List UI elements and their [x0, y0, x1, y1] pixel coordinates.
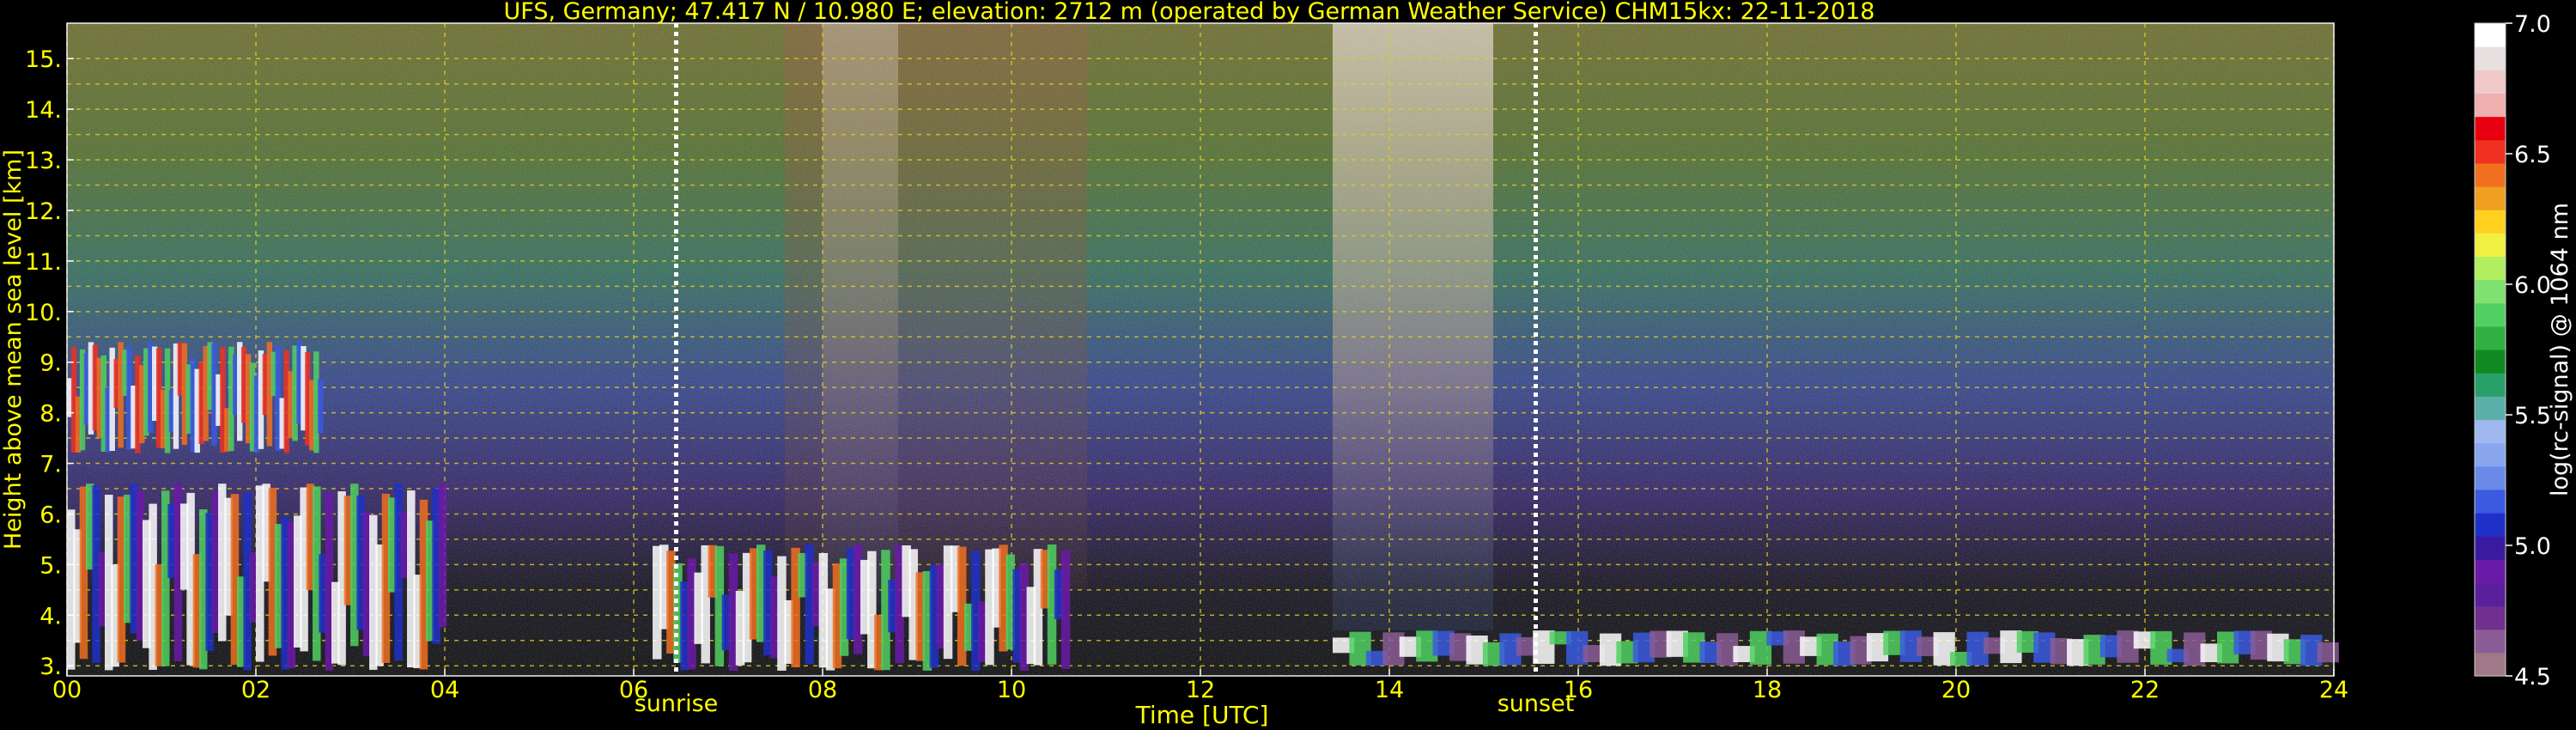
y-tick-label: 10. — [25, 300, 62, 326]
colorbar-swatch — [2475, 70, 2506, 94]
colorbar-swatch — [2475, 325, 2506, 350]
x-axis-label: Time [UTC] — [1135, 701, 1269, 729]
colorbar-swatch — [2475, 162, 2506, 187]
y-tick-label: 14. — [25, 97, 62, 124]
colorbar-swatch — [2475, 302, 2506, 327]
x-tick-label: 14 — [1375, 677, 1404, 703]
x-tick-label: 16 — [1564, 677, 1593, 703]
y-tick-label: 6. — [39, 502, 62, 528]
y-tick-label: 13. — [25, 148, 62, 174]
colorbar-tick-label: 5.5 — [2514, 403, 2551, 429]
colorbar-tick-label: 4.5 — [2514, 664, 2551, 690]
y-axis-label: Height above mean sea level [km] — [0, 149, 27, 550]
colorbar-tick-label: 5.0 — [2514, 533, 2551, 560]
colorbar-swatch — [2475, 350, 2506, 374]
x-tick-label: 08 — [808, 677, 837, 703]
y-tick-label: 3. — [39, 654, 62, 680]
colorbar-swatch — [2475, 233, 2506, 258]
y-tick-label: 8. — [39, 401, 62, 428]
colorbar-swatch — [2475, 116, 2506, 141]
colorbar-swatch — [2475, 489, 2506, 514]
colorbar-swatch — [2475, 23, 2506, 47]
colorbar-swatch — [2475, 46, 2506, 70]
colorbar-swatch — [2475, 419, 2506, 444]
colorbar-swatch — [2475, 396, 2506, 421]
y-tick-label: 9. — [39, 350, 62, 377]
cloud-layer — [1333, 630, 2339, 666]
x-tick-label: 02 — [241, 677, 270, 703]
x-tick-label: 18 — [1753, 677, 1782, 703]
colorbar-swatch — [2475, 582, 2506, 607]
colorbar-swatch — [2475, 605, 2506, 630]
chart-title: UFS, Germany; 47.417 N / 10.980 E; eleva… — [504, 0, 1875, 25]
colorbar-tick-label: 6.5 — [2514, 142, 2551, 168]
colorbar-swatch — [2475, 559, 2506, 584]
colorbar-swatch — [2475, 513, 2506, 537]
x-tick-label: 24 — [2319, 677, 2348, 703]
y-tick-label: 15. — [25, 46, 62, 73]
colorbar-swatch — [2475, 465, 2506, 490]
y-tick-label: 12. — [25, 198, 62, 225]
x-tick-label: 06 — [619, 677, 648, 703]
colorbar-swatch — [2475, 93, 2506, 118]
cloud-layer — [67, 484, 447, 671]
x-tick-label: 22 — [2130, 677, 2160, 703]
colorbar-swatch — [2475, 139, 2506, 164]
x-tick-label: 10 — [997, 677, 1026, 703]
x-tick-label: 04 — [430, 677, 459, 703]
x-tick-label: 12 — [1186, 677, 1215, 703]
y-tick-label: 4. — [39, 603, 62, 630]
colorbar-swatch — [2475, 536, 2506, 560]
colorbar-tick-label: 7.0 — [2514, 11, 2551, 38]
colorbar-tick-label: 6.0 — [2514, 272, 2551, 299]
colorbar-swatch — [2475, 279, 2506, 304]
colorbar-swatch — [2475, 373, 2506, 397]
x-tick-label: 20 — [1941, 677, 1971, 703]
y-tick-label: 11. — [25, 249, 62, 276]
colorbar-swatch — [2475, 210, 2506, 234]
colorbar: 4.5 5.0 5.5 6.0 6.5 7.0 — [2474, 11, 2551, 690]
x-tick-label: 00 — [52, 677, 82, 703]
colorbar-swatch — [2475, 629, 2506, 654]
colorbar-swatch — [2475, 186, 2506, 210]
colorbar-swatch — [2475, 442, 2506, 467]
colorbar-swatch — [2475, 652, 2506, 677]
cloud-layer — [67, 342, 324, 453]
colorbar-swatch — [2475, 256, 2506, 281]
y-tick-label: 7. — [39, 452, 62, 478]
y-tick-label: 5. — [39, 552, 62, 579]
ceilometer-chart: sunrise sunset 00 02 04 06 08 10 12 14 16 18 20 22 24… — [0, 0, 2573, 729]
colorbar-label: log(rc-signal) @ 1064 nm — [2547, 203, 2573, 496]
